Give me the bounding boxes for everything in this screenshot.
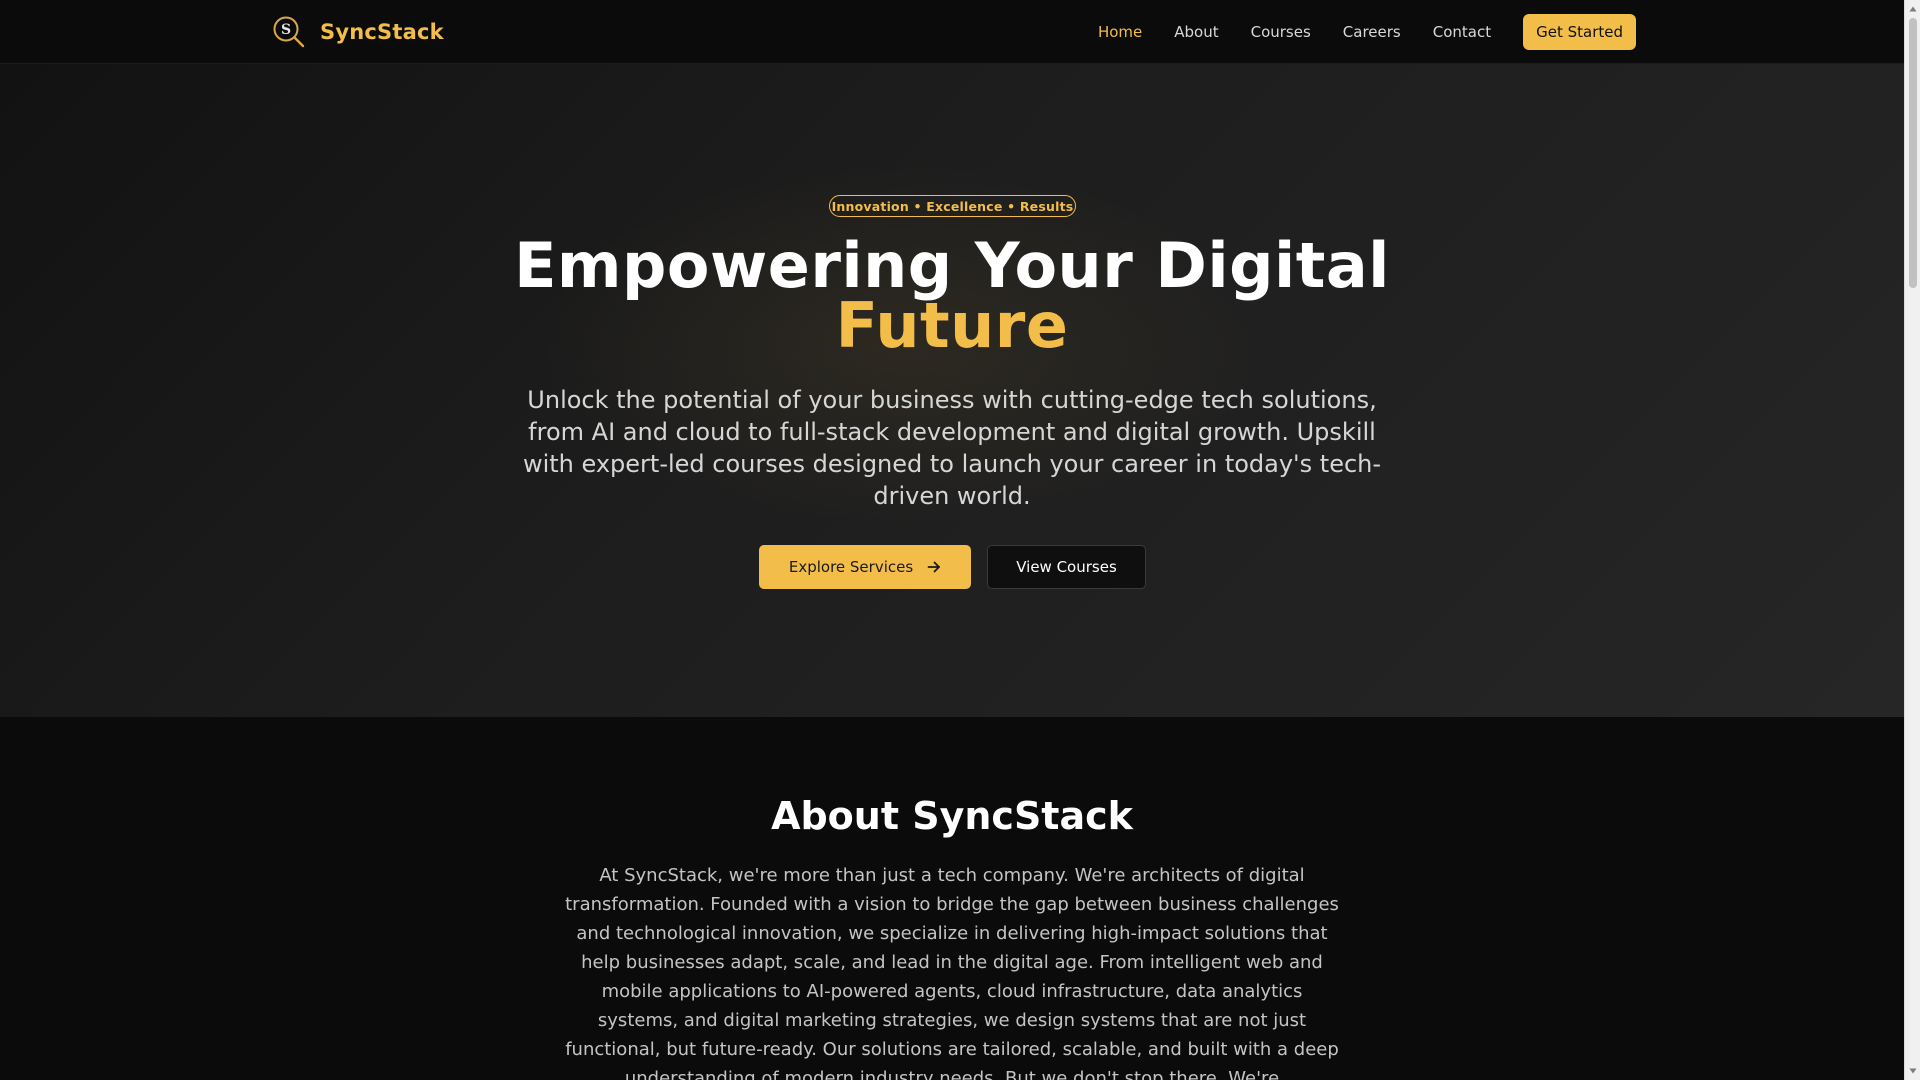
view-courses-button[interactable]: View Courses — [987, 545, 1146, 589]
nav-home[interactable]: Home — [1098, 23, 1142, 41]
hero-subtitle: Unlock the potential of your business wi… — [522, 386, 1382, 510]
explore-services-label: Explore Services — [788, 558, 914, 576]
navbar: S SyncStack Home About Courses Careers C… — [0, 0, 1904, 64]
nav-about[interactable]: About — [1174, 23, 1218, 41]
page-scrollbar[interactable] — [1904, 0, 1920, 1080]
about-text: At SyncStack, we're more than just a tec… — [565, 865, 1339, 1080]
brand[interactable]: S SyncStack — [272, 14, 444, 50]
nav-contact[interactable]: Contact — [1433, 23, 1491, 41]
get-started-button[interactable]: Get Started — [1523, 14, 1636, 50]
nav-courses[interactable]: Courses — [1251, 23, 1311, 41]
scroll-thumb[interactable] — [1909, 18, 1917, 288]
nav-careers[interactable]: Careers — [1343, 23, 1401, 41]
scroll-down-icon[interactable] — [1908, 1066, 1918, 1076]
about-title: About SyncStack — [771, 794, 1133, 838]
scroll-up-icon[interactable] — [1908, 4, 1918, 14]
hero-section: Innovation • Excellence • Results Empowe… — [0, 64, 1904, 717]
explore-services-button[interactable]: Explore Services — [759, 545, 971, 589]
hero-title: Empowering Your Digital Future — [352, 235, 1552, 362]
logo-letter: S — [281, 22, 291, 38]
hero-title-accent: Future — [835, 289, 1069, 362]
about-section: About SyncStack At SyncStack, we're more… — [0, 717, 1904, 1080]
logo-icon: S — [273, 16, 305, 48]
hero-tagline-badge: Innovation • Excellence • Results — [829, 195, 1076, 217]
brand-name: SyncStack — [320, 20, 444, 44]
main-nav: Home About Courses Careers Contact Get S… — [1066, 14, 1636, 50]
arrow-right-icon — [927, 561, 941, 573]
page: S SyncStack Home About Courses Careers C… — [0, 0, 1904, 1080]
